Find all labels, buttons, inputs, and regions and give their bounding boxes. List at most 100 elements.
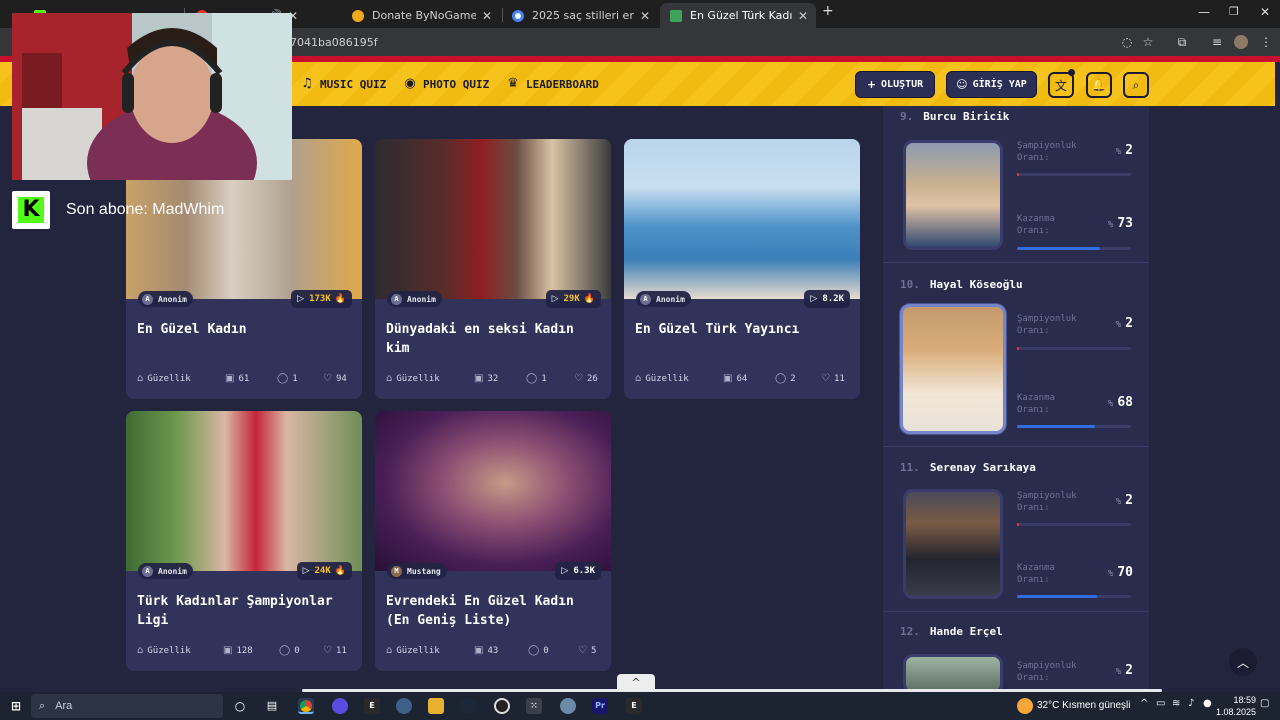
- quiz-meta: ⌂ Güzellik ▣ 64 ◯ 2 ♡ 11: [635, 373, 851, 387]
- browser-tab-4[interactable]: 2025 saç stilleri erkek - Google ✕: [502, 3, 658, 28]
- search-button[interactable]: ⌕: [1123, 72, 1149, 98]
- category-tag[interactable]: ⌂ Güzellik: [635, 373, 689, 384]
- category-tag[interactable]: ⌂ Güzellik: [386, 373, 440, 384]
- wifi-icon[interactable]: ≋: [1172, 698, 1180, 709]
- browser-menu-icon[interactable]: ⋮: [1259, 35, 1273, 49]
- task-view-icon[interactable]: ▤: [264, 698, 280, 714]
- profile-avatar[interactable]: [1234, 35, 1248, 49]
- author-avatar: A: [640, 293, 651, 305]
- quiz-title[interactable]: En Güzel Türk Yayıncı: [635, 320, 851, 339]
- obs-icon[interactable]: [494, 698, 510, 714]
- champ-percentage: % 2: [1116, 664, 1133, 678]
- minimize-icon[interactable]: —: [1198, 5, 1210, 19]
- play-count: 24K: [314, 566, 331, 576]
- browser-tab-3[interactable]: Donate ByNoGame - Gelen/Gi ✕: [342, 3, 500, 28]
- url-text[interactable]: 7041ba086195f: [290, 36, 378, 49]
- close-tab-icon[interactable]: ✕: [482, 9, 492, 23]
- author-badge[interactable]: A Anonim: [387, 291, 442, 307]
- like-count[interactable]: ♡ 11: [323, 645, 347, 656]
- network-icon[interactable]: ▭: [1156, 698, 1165, 709]
- app-grid-icon[interactable]: ⁙: [526, 698, 542, 714]
- quiz-thumbnail: [624, 139, 860, 299]
- quiz-title[interactable]: Türk Kadınlar Şampiyonlar Ligi: [137, 592, 353, 630]
- close-tab-icon[interactable]: ✕: [798, 9, 808, 23]
- quiz-thumbnail: [375, 411, 611, 571]
- notifications-icon[interactable]: ▢: [1260, 698, 1269, 709]
- like-count[interactable]: ♡ 11: [821, 373, 845, 384]
- app-icon-1[interactable]: [332, 698, 348, 714]
- category-tag[interactable]: ⌂ Güzellik: [386, 645, 440, 656]
- author-avatar: A: [391, 293, 402, 305]
- bookmark-star-icon[interactable]: ☆: [1141, 35, 1155, 49]
- epic-games-icon-2[interactable]: E: [626, 698, 642, 714]
- create-button[interactable]: + OLUŞTUR: [855, 71, 935, 98]
- champ-rate-fill: [1017, 173, 1020, 176]
- category-tag[interactable]: ⌂ Güzellik: [137, 373, 191, 384]
- app-icon-3[interactable]: [560, 698, 576, 714]
- browser-tab-5-active[interactable]: En Güzel Türk Kadını (256 Kişi) ✕: [660, 3, 816, 28]
- extensions-icon[interactable]: ⧉: [1175, 35, 1189, 49]
- percent-sign: %: [1115, 147, 1122, 157]
- close-tab-icon[interactable]: ✕: [640, 9, 650, 23]
- contestant-photo[interactable]: [903, 489, 1003, 599]
- like-count[interactable]: ♡ 26: [574, 373, 598, 384]
- heart-icon: ♡: [323, 373, 332, 384]
- epic-games-icon[interactable]: E: [364, 698, 380, 714]
- quiz-card[interactable]: A Anonim ▷ 8.2K En Güzel Türk Yayıncı ⌂ G…: [624, 139, 860, 399]
- play-icon: ▷: [551, 294, 559, 304]
- quiz-meta: ⌂ Güzellik ▣ 128 ◯ 0 ♡ 11: [137, 645, 353, 659]
- weather-text[interactable]: 32°C Kısmen güneşli: [1037, 700, 1131, 711]
- steam-icon[interactable]: [460, 698, 476, 714]
- contestant-photo[interactable]: [903, 140, 1003, 250]
- chevron-up-icon: ︿: [1236, 655, 1249, 670]
- close-window-icon[interactable]: ✕: [1260, 5, 1270, 19]
- author-badge[interactable]: A Anonim: [138, 291, 193, 307]
- tray-chevron-icon[interactable]: ^: [1140, 698, 1148, 709]
- contestant-photo[interactable]: [903, 654, 1003, 694]
- restore-icon[interactable]: ❐: [1229, 5, 1239, 18]
- category-tag[interactable]: ⌂ Güzellik: [137, 645, 191, 656]
- media-control-icon[interactable]: ≡: [1210, 35, 1224, 49]
- image-count: ▣ 32: [474, 373, 498, 384]
- nav-leaderboard[interactable]: ♛ LEADERBOARD: [506, 77, 599, 91]
- author-badge[interactable]: M Mustang: [387, 563, 447, 579]
- clock-time[interactable]: 18:59: [1218, 695, 1256, 705]
- windows-start-icon[interactable]: ⊞: [8, 698, 24, 714]
- quiz-card[interactable]: M Mustang ▷ 6.3K Evrendeki En Güzel Kadı…: [375, 411, 611, 671]
- tab-title: Donate ByNoGame - Gelen/Gi: [372, 9, 476, 22]
- login-button[interactable]: ☺ GİRİŞ YAP: [946, 71, 1037, 98]
- author-avatar: A: [142, 293, 153, 305]
- quiz-title[interactable]: En Güzel Kadın: [137, 320, 353, 339]
- clock-date[interactable]: 1.08.2025: [1210, 707, 1256, 717]
- nav-photo-quiz[interactable]: ◉ PHOTO QUIZ: [403, 77, 489, 91]
- quiz-title[interactable]: Dünyadaki en seksi Kadın kim: [386, 320, 602, 358]
- like-count[interactable]: ♡ 5: [578, 645, 596, 656]
- notifications-button[interactable]: 🔔: [1086, 72, 1112, 98]
- taskbar-search-box[interactable]: ⌕ Ara: [31, 694, 223, 718]
- scroll-up-tab[interactable]: ^: [617, 674, 655, 691]
- heart-icon: ♡: [574, 373, 583, 384]
- author-badge[interactable]: A Anonim: [636, 291, 691, 307]
- play-count-badge: ▷ 8.2K: [804, 290, 850, 308]
- volume-icon[interactable]: ♪: [1188, 698, 1194, 709]
- app-icon-2[interactable]: [396, 698, 412, 714]
- scroll-to-top-button[interactable]: ︿: [1229, 648, 1257, 676]
- new-tab-button[interactable]: +: [822, 3, 834, 19]
- quiz-card[interactable]: A Anonim ▷ 29K 🔥 Dünyadaki en seksi Kadı…: [375, 139, 611, 399]
- premiere-icon[interactable]: Pr: [592, 698, 608, 714]
- play-count-badge: ▷ 6.3K: [555, 562, 601, 580]
- contestant-photo-hovered[interactable]: [900, 304, 1006, 434]
- search-icon: ⌕: [39, 699, 46, 712]
- author-badge[interactable]: A Anonim: [138, 563, 193, 579]
- cortana-icon[interactable]: ○: [232, 698, 248, 714]
- like-count[interactable]: ♡ 94: [323, 373, 347, 384]
- percent-sign: %: [1107, 399, 1114, 409]
- images-icon: ▣: [223, 645, 233, 656]
- chrome-taskbar-icon[interactable]: [298, 698, 314, 714]
- quiz-card[interactable]: A Anonim ▷ 24K 🔥 Türk Kadınlar Şampiyonl…: [126, 411, 362, 671]
- nav-music-quiz[interactable]: ♫ MUSIC QUIZ: [300, 77, 386, 91]
- quiz-title[interactable]: Evrendeki En Güzel Kadın (En Geniş Liste…: [386, 592, 602, 630]
- eye-off-icon[interactable]: ◌: [1120, 35, 1134, 49]
- file-explorer-icon[interactable]: [428, 698, 444, 714]
- image-count-value: 128: [236, 645, 253, 656]
